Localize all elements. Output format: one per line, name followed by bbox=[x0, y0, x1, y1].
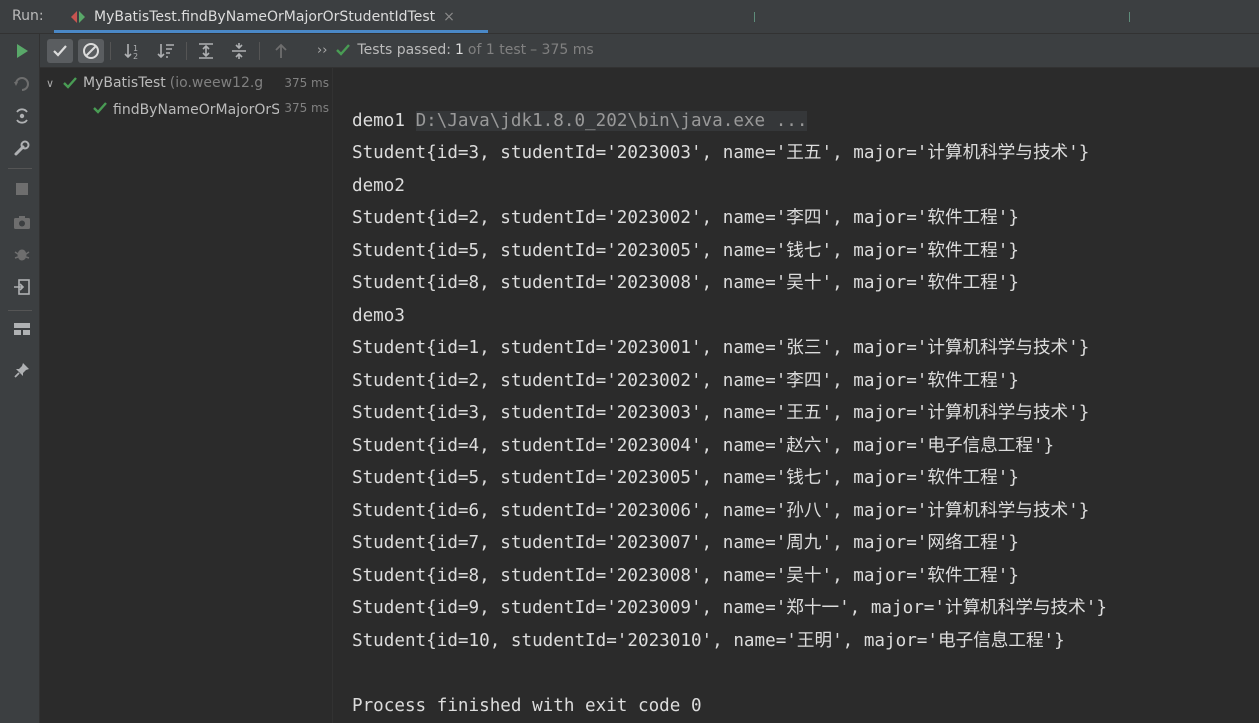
toolbar-separator bbox=[8, 168, 32, 169]
test-runner-toolbar: 1 2 ›› Tests passed: 1 of 1 test – 375 m… bbox=[40, 34, 1259, 68]
test-status-summary: ›› Tests passed: 1 of 1 test – 375 ms bbox=[317, 42, 594, 58]
console-line: Student{id=6, studentId='2023006', name=… bbox=[352, 500, 1090, 521]
ignored-icon bbox=[83, 43, 99, 59]
show-ignored-toggle[interactable] bbox=[78, 39, 104, 63]
previous-failed-test-button[interactable] bbox=[268, 39, 294, 63]
console-output[interactable]: D:\Java\jdk1.8.0_202\bin\java.exe ... de… bbox=[334, 68, 1259, 723]
console-line: Student{id=10, studentId='2023010', name… bbox=[352, 630, 1065, 651]
test-class-duration: 375 ms bbox=[281, 76, 329, 90]
more-actions-chevron[interactable]: ›› bbox=[317, 43, 327, 58]
console-line: demo2 bbox=[352, 175, 405, 196]
console-line: Student{id=4, studentId='2023004', name=… bbox=[352, 435, 1055, 456]
rerun-icon[interactable] bbox=[12, 41, 32, 61]
pin-icon[interactable] bbox=[12, 360, 32, 380]
toolbar-separator bbox=[186, 42, 187, 60]
toolbar-separator bbox=[8, 310, 32, 311]
collapse-all-button[interactable] bbox=[226, 39, 252, 63]
test-class-package: (io.weew12.g bbox=[169, 75, 264, 91]
toggle-auto-test-icon[interactable] bbox=[12, 106, 32, 126]
close-tab-icon[interactable]: × bbox=[443, 10, 455, 24]
test-class-name: MyBatisTest bbox=[83, 75, 166, 91]
svg-text:2: 2 bbox=[133, 52, 138, 60]
layout-icon[interactable] bbox=[12, 319, 32, 339]
success-check-icon bbox=[335, 43, 351, 57]
console-lines: D:\Java\jdk1.8.0_202\bin\java.exe ... de… bbox=[352, 72, 1107, 722]
expand-all-button[interactable] bbox=[193, 39, 219, 63]
passed-check-icon bbox=[62, 76, 78, 90]
tab-title: MyBatisTest.findByNameOrMajorOrStudentId… bbox=[94, 9, 436, 25]
toolbar-separator bbox=[110, 42, 111, 60]
test-method-name: findByNameOrMajorOrStudentIdTest bbox=[113, 101, 279, 118]
console-line: Student{id=5, studentId='2023005', name=… bbox=[352, 240, 1019, 261]
status-passed-count: 1 bbox=[455, 42, 464, 58]
arrow-up-icon bbox=[275, 43, 287, 58]
status-passed-label: Tests passed: bbox=[357, 42, 451, 58]
sort-duration-icon bbox=[157, 44, 174, 59]
console-line: Student{id=2, studentId='2023002', name=… bbox=[352, 208, 1019, 228]
active-tab-indicator bbox=[54, 30, 488, 33]
rerun-failed-tests-icon[interactable] bbox=[12, 74, 32, 94]
console-line: Student{id=8, studentId='2023008', name=… bbox=[352, 565, 1019, 586]
console-line: demo3 bbox=[352, 305, 405, 326]
stop-icon[interactable] bbox=[12, 179, 32, 199]
header-divider bbox=[754, 12, 755, 22]
exit-icon[interactable] bbox=[12, 277, 32, 297]
left-toolbar bbox=[0, 34, 40, 723]
console-line: Student{id=2, studentId='2023002', name=… bbox=[352, 370, 1019, 391]
console-line: Student{id=3, studentId='2023003', name=… bbox=[352, 143, 1090, 163]
console-line: Process finished with exit code 0 bbox=[352, 695, 702, 716]
sort-az-icon: 1 2 bbox=[124, 44, 138, 60]
console-line: Student{id=1, studentId='2023001', name=… bbox=[352, 338, 1090, 358]
console-line: Student{id=9, studentId='2023009', name=… bbox=[352, 598, 1107, 618]
sort-alphabetically-button[interactable]: 1 2 bbox=[120, 39, 146, 63]
check-icon bbox=[53, 45, 67, 57]
console-command-line: D:\Java\jdk1.8.0_202\bin\java.exe ... bbox=[352, 72, 1107, 131]
tab-run-config[interactable]: MyBatisTest.findByNameOrMajorOrStudentId… bbox=[54, 0, 488, 34]
header-divider bbox=[1129, 12, 1130, 22]
tree-node-test-method[interactable]: findByNameOrMajorOrStudentIdTest 375 ms bbox=[92, 97, 332, 119]
sort-by-duration-button[interactable] bbox=[153, 39, 179, 63]
run-label: Run: bbox=[12, 8, 44, 24]
show-passed-toggle[interactable] bbox=[47, 39, 73, 63]
test-results-tree: ∨ MyBatisTest (io.weew12.g 375 ms findBy… bbox=[40, 68, 333, 723]
junit-config-icon bbox=[70, 10, 86, 24]
console-line: Student{id=8, studentId='2023008', name=… bbox=[352, 273, 1019, 293]
status-duration: – 375 ms bbox=[530, 42, 594, 58]
java-command[interactable]: D:\Java\jdk1.8.0_202\bin\java.exe ... bbox=[415, 110, 808, 131]
toolbar-separator bbox=[259, 42, 260, 60]
passed-check-icon bbox=[92, 101, 108, 115]
expand-all-icon bbox=[199, 43, 213, 59]
console-line: Student{id=5, studentId='2023005', name=… bbox=[352, 468, 1019, 488]
test-method-duration: 375 ms bbox=[281, 101, 329, 115]
console-line: Student{id=3, studentId='2023003', name=… bbox=[352, 403, 1090, 423]
run-tool-window-header: Run: MyBatisTest.findByNameOrMajorOrStud… bbox=[0, 0, 1259, 34]
console-line: Student{id=7, studentId='2023007', name=… bbox=[352, 533, 1019, 553]
expand-arrow-icon[interactable]: ∨ bbox=[46, 77, 62, 90]
camera-icon[interactable] bbox=[12, 212, 32, 232]
status-total: of 1 test bbox=[467, 42, 527, 58]
tree-node-test-class[interactable]: ∨ MyBatisTest (io.weew12.g 375 ms bbox=[46, 72, 332, 94]
wrench-icon[interactable] bbox=[12, 138, 32, 158]
collapse-all-icon bbox=[232, 43, 246, 59]
bug-icon[interactable] bbox=[12, 244, 32, 264]
